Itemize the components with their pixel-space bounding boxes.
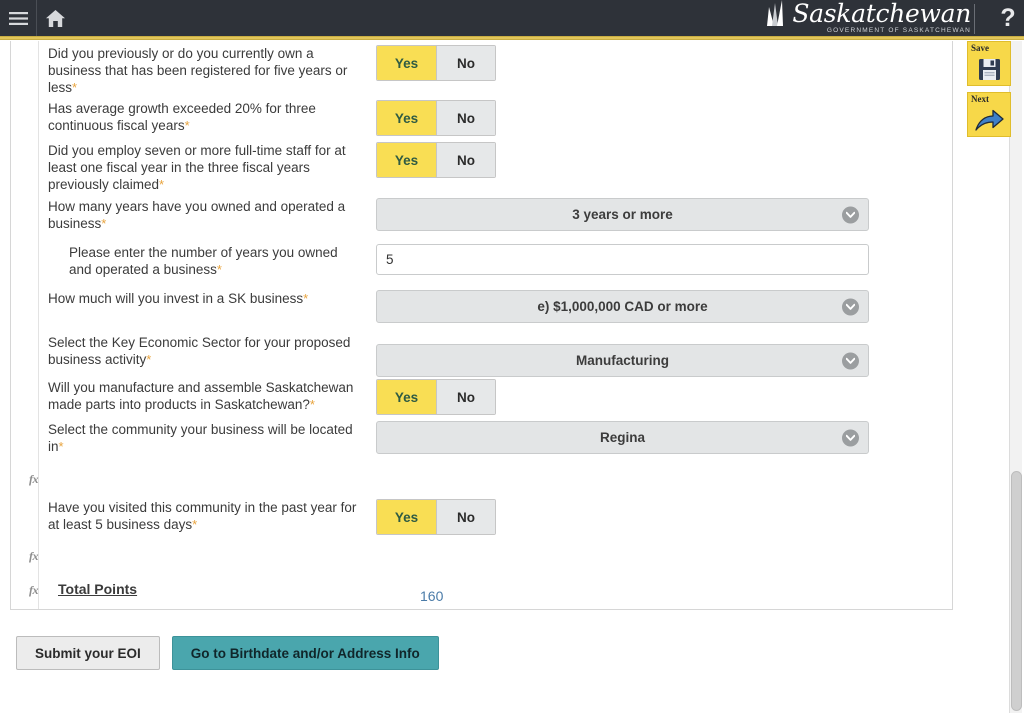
form-footer-actions: Submit your EOI Go to Birthdate and/or A… (16, 636, 439, 670)
dropdown-community-located-in[interactable]: Regina (376, 421, 869, 454)
no-option[interactable]: No (436, 500, 495, 534)
required-asterisk: * (217, 262, 222, 277)
yes-option[interactable]: Yes (377, 143, 436, 177)
yes-option[interactable]: Yes (377, 500, 436, 534)
yes-option[interactable]: Yes (377, 380, 436, 414)
saskatchewan-wheat-mark-icon (766, 0, 788, 36)
form-row-employ-seven-staff: Did you employ seven or more full-time s… (11, 142, 953, 193)
required-asterisk: * (185, 118, 190, 133)
home-icon (45, 9, 66, 28)
dropdown-key-economic-sector[interactable]: Manufacturing (376, 344, 869, 377)
question-label: Did you previously or do you currently o… (11, 45, 366, 96)
question-label: Did you employ seven or more full-time s… (11, 142, 366, 193)
scrollbar-thumb[interactable] (1011, 471, 1022, 711)
curved-arrow-right-icon (968, 108, 1010, 133)
yes-option[interactable]: Yes (377, 46, 436, 80)
question-label: Has average growth exceeded 20% for thre… (11, 100, 366, 134)
chevron-down-icon (842, 352, 859, 369)
hamburger-icon (9, 11, 28, 26)
total-points-label: Total Points (58, 581, 137, 597)
required-asterisk: * (59, 439, 64, 454)
chevron-down-icon (842, 298, 859, 315)
app-header: Saskatchewan GOVERNMENT OF SASKATCHEWAN … (0, 0, 1024, 36)
form-row-years-owned-operated: How many years have you owned and operat… (11, 198, 953, 232)
brand-separator (974, 4, 975, 34)
form-row-key-economic-sector: Select the Key Economic Sector for your … (11, 334, 953, 377)
yesno-toggle-visited-community: Yes No (376, 499, 496, 535)
next-button-label: Next (971, 94, 989, 104)
required-asterisk: * (101, 216, 106, 231)
yesno-toggle-own-business-five-years: Yes No (376, 45, 496, 81)
menu-button[interactable] (0, 0, 36, 36)
question-label: Have you visited this community in the p… (11, 499, 366, 533)
no-option[interactable]: No (436, 143, 495, 177)
required-asterisk: * (159, 177, 164, 192)
next-button[interactable]: Next (967, 92, 1011, 137)
yes-option[interactable]: Yes (377, 101, 436, 135)
eoi-form-panel: Did you previously or do you currently o… (10, 41, 953, 610)
question-label: How much will you invest in a SK busines… (11, 290, 366, 307)
required-asterisk: * (72, 80, 77, 95)
save-button[interactable]: Save (967, 41, 1011, 86)
question-label: How many years have you owned and operat… (11, 198, 366, 232)
no-option[interactable]: No (436, 380, 495, 414)
formula-marker-icon: fx (29, 549, 38, 564)
brand-name: Saskatchewan (792, 1, 971, 26)
required-asterisk: * (310, 397, 315, 412)
brand-subtitle: GOVERNMENT OF SASKATCHEWAN (827, 26, 971, 35)
chevron-down-icon (842, 429, 859, 446)
dropdown-investment-amount[interactable]: e) $1,000,000 CAD or more (376, 290, 869, 323)
dropdown-value: 3 years or more (572, 207, 673, 222)
chevron-down-icon (842, 206, 859, 223)
no-option[interactable]: No (436, 101, 495, 135)
yesno-toggle-manufacture-assemble: Yes No (376, 379, 496, 415)
question-label: Select the Key Economic Sector for your … (11, 334, 366, 368)
side-action-bar: Save Next (967, 41, 1011, 137)
brand-logo: Saskatchewan GOVERNMENT OF SASKATCHEWAN (766, 0, 992, 36)
question-label: Please enter the number of years you own… (11, 244, 366, 278)
go-to-birthdate-address-button[interactable]: Go to Birthdate and/or Address Info (172, 636, 439, 670)
form-row-community-located-in: Select the community your business will … (11, 421, 953, 455)
form-row-number-of-years: Please enter the number of years you own… (11, 244, 953, 278)
required-asterisk: * (303, 291, 308, 306)
formula-marker-icon: fx (29, 472, 38, 487)
home-button[interactable] (37, 0, 73, 36)
form-row-investment-amount: How much will you invest in a SK busines… (11, 290, 953, 323)
gold-accent-rule (0, 36, 1024, 40)
form-row-own-business-five-years: Did you previously or do you currently o… (11, 45, 953, 96)
submit-eoi-button[interactable]: Submit your EOI (16, 636, 160, 670)
dropdown-years-owned-operated[interactable]: 3 years or more (376, 198, 869, 231)
question-mark-icon: ? (1000, 4, 1015, 33)
form-row-manufacture-assemble: Will you manufacture and assemble Saskat… (11, 379, 953, 415)
yesno-toggle-employ-seven-staff: Yes No (376, 142, 496, 178)
help-button[interactable]: ? (992, 0, 1024, 36)
required-asterisk: * (192, 517, 197, 532)
form-row-average-growth: Has average growth exceeded 20% for thre… (11, 100, 953, 136)
question-label: Select the community your business will … (11, 421, 373, 455)
formula-marker-icon: fx (29, 583, 38, 598)
required-asterisk: * (146, 352, 151, 367)
dropdown-value: Manufacturing (576, 353, 669, 368)
vertical-scrollbar[interactable] (1009, 41, 1022, 713)
no-option[interactable]: No (436, 46, 495, 80)
form-row-visited-community: Have you visited this community in the p… (11, 499, 953, 535)
floppy-disk-icon (968, 57, 1010, 82)
dropdown-value: e) $1,000,000 CAD or more (537, 299, 707, 314)
input-wrap-number-of-years (376, 244, 869, 275)
total-points-value: 160 (420, 588, 443, 604)
number-of-years-input[interactable] (376, 244, 869, 275)
dropdown-value: Regina (600, 430, 645, 445)
yesno-toggle-average-growth: Yes No (376, 100, 496, 136)
question-label: Will you manufacture and assemble Saskat… (11, 379, 366, 413)
save-button-label: Save (971, 43, 989, 53)
